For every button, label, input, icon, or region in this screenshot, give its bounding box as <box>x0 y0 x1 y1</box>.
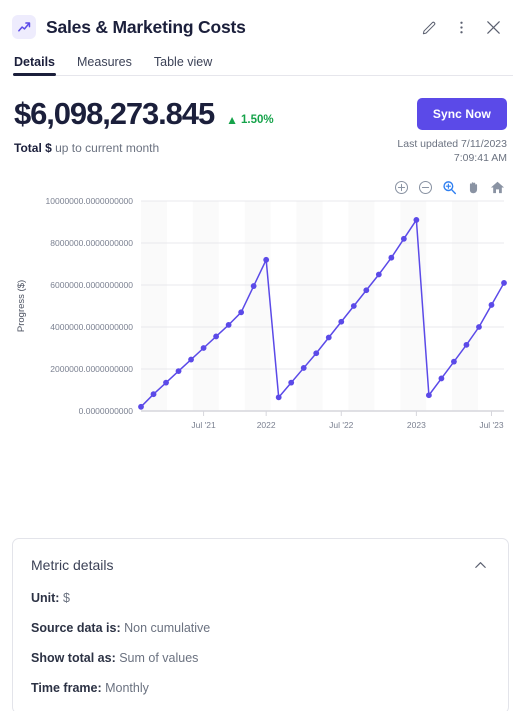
arrow-up-icon: ▲ <box>226 113 238 127</box>
tab-bar: Details Measures Table view <box>0 44 521 76</box>
trend-up-icon <box>12 15 36 39</box>
metric-details-header: Metric details <box>31 555 490 575</box>
detail-row-show-total-as: Show total as: Sum of values <box>31 651 490 665</box>
kpi-left: $6,098,273.845 ▲ 1.50% Total $ up to cur… <box>14 96 397 155</box>
kpi-subtitle-rest: up to current month <box>51 141 160 155</box>
kpi-subtitle-strong: Total $ <box>14 141 52 155</box>
last-updated: Last updated 7/11/2023 7:09:41 AM <box>397 137 507 165</box>
chevron-up-icon[interactable] <box>470 555 490 575</box>
metric-detail-panel: Sales & Marketing Costs Details Measures… <box>0 0 521 711</box>
metric-details-title: Metric details <box>31 557 114 573</box>
detail-label: Time frame: <box>31 681 102 695</box>
detail-label: Show total as: <box>31 651 116 665</box>
detail-row-time-frame: Time frame: Monthly <box>31 681 490 695</box>
close-icon[interactable] <box>479 13 507 41</box>
svg-text:2000000.0000000000: 2000000.0000000000 <box>50 364 133 374</box>
svg-text:2022: 2022 <box>257 420 276 430</box>
detail-label: Source data is: <box>31 621 121 635</box>
kpi-right: Sync Now Last updated 7/11/2023 7:09:41 … <box>397 96 507 165</box>
svg-text:6000000.0000000000: 6000000.0000000000 <box>50 280 133 290</box>
svg-text:2023: 2023 <box>407 420 426 430</box>
panel-header: Sales & Marketing Costs <box>0 0 521 44</box>
tab-details[interactable]: Details <box>13 55 56 76</box>
detail-value: Sum of values <box>115 651 199 665</box>
detail-row-source-data: Source data is: Non cumulative <box>31 621 490 635</box>
sync-now-button[interactable]: Sync Now <box>416 98 507 130</box>
kpi-section: $6,098,273.845 ▲ 1.50% Total $ up to cur… <box>0 76 521 165</box>
metric-details-card: Metric details Unit: $ Source data is: N… <box>12 538 509 711</box>
header-actions <box>415 13 507 41</box>
last-updated-time: 7:09:41 AM <box>453 152 507 165</box>
kpi-value: $6,098,273.845 <box>14 96 215 131</box>
svg-text:Jul '23: Jul '23 <box>479 420 504 430</box>
kpi-delta-value: 1.50% <box>240 114 274 126</box>
tab-measures[interactable]: Measures <box>77 55 132 76</box>
detail-value: $ <box>59 591 70 605</box>
kpi-subtitle: Total $ up to current month <box>14 141 397 155</box>
kpi-delta: ▲ 1.50% <box>226 114 274 126</box>
detail-value: Monthly <box>101 681 149 695</box>
svg-text:8000000.0000000000: 8000000.0000000000 <box>50 238 133 248</box>
svg-text:Jul '21: Jul '21 <box>191 420 216 430</box>
detail-value: Non cumulative <box>120 621 211 635</box>
tab-table-view[interactable]: Table view <box>154 55 212 76</box>
chart-container: 0.0000000000 2000000.0000000000 4000000.00… <box>10 179 511 449</box>
last-updated-date: Last updated 7/11/2023 <box>397 138 507 150</box>
svg-text:0.0000000000: 0.0000000000 <box>79 406 134 416</box>
more-options-icon[interactable] <box>447 13 475 41</box>
detail-row-unit: Unit: $ <box>31 591 490 605</box>
svg-text:10000000.0000000000: 10000000.0000000000 <box>46 196 134 206</box>
progress-line-chart: 0.0000000000 2000000.0000000000 4000000.00… <box>16 196 507 430</box>
svg-text:Progress ($): Progress ($) <box>16 280 27 332</box>
svg-text:Jul '22: Jul '22 <box>329 420 354 430</box>
detail-label: Unit: <box>31 591 60 605</box>
edit-pencil-icon[interactable] <box>415 13 443 41</box>
page-title: Sales & Marketing Costs <box>46 16 246 37</box>
kpi-value-row: $6,098,273.845 ▲ 1.50% <box>14 96 397 132</box>
svg-text:4000000.0000000000: 4000000.0000000000 <box>50 322 133 332</box>
